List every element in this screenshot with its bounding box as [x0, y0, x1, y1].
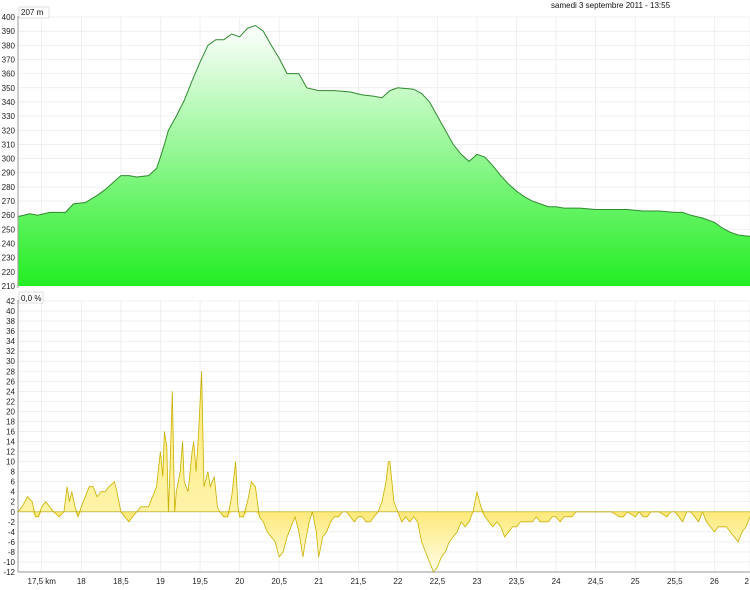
grade-y-tick-label: 2 [11, 498, 16, 507]
elevation-readout: 207 m [21, 8, 44, 17]
grade-y-tick-label: -10 [3, 558, 15, 567]
grade-y-tick-label: 28 [6, 367, 15, 376]
x-tick-label: 22,5 [430, 577, 446, 586]
grade-grid [18, 300, 750, 573]
grade-y-ticks: -12-10-8-6-4-202468101214161820222426283… [3, 297, 15, 577]
grade-y-tick-label: -12 [3, 568, 15, 577]
x-tick-label: 2 [745, 577, 750, 586]
elevation-y-tick-label: 290 [2, 169, 16, 178]
elevation-y-tick-label: 240 [2, 240, 16, 249]
distance-x-ticks: 17,5 km 18 18,5 19 19,5 20 20,5 21 21,5 22 22,5 23 2… [28, 577, 750, 586]
grade-y-tick-label: 18 [6, 417, 15, 426]
grade-y-tick-label: 12 [6, 448, 15, 457]
elevation-y-tick-label: 390 [2, 27, 16, 36]
x-tick-label: 23,5 [509, 577, 525, 586]
x-tick-label: 20,5 [271, 577, 287, 586]
elevation-y-tick-label: 300 [2, 155, 16, 164]
x-tick-label: 24,5 [588, 577, 604, 586]
grade-y-tick-label: -8 [8, 548, 16, 557]
grade-y-tick-label: 22 [6, 397, 15, 406]
elevation-panel: 210 220 230 240 250 260 270 280 290 300 310 320 330 3… [2, 6, 750, 291]
grade-panel: -12-10-8-6-4-202468101214161820222426283… [3, 291, 750, 586]
grade-y-tick-label: 40 [6, 307, 15, 316]
date-time-label: samedi 3 septembre 2011 - 13:55 [551, 1, 671, 10]
elevation-area [18, 25, 750, 286]
grade-y-tick-label: -2 [8, 518, 16, 527]
grade-y-tick-label: 30 [6, 357, 15, 366]
x-tick-label: 25,5 [667, 577, 683, 586]
elevation-y-tick-label: 320 [2, 126, 16, 135]
elevation-y-tick-label: 400 [2, 13, 16, 22]
elevation-y-tick-label: 370 [2, 55, 16, 64]
x-tick-label: 21,5 [350, 577, 366, 586]
x-tick-label: 18 [77, 577, 86, 586]
grade-y-tick-label: 10 [6, 458, 15, 467]
elevation-y-tick-label: 280 [2, 183, 16, 192]
grade-y-tick-label: 16 [6, 427, 15, 436]
grade-y-tick-label: 4 [11, 488, 16, 497]
x-tick-label: 20 [235, 577, 244, 586]
elevation-y-tick-label: 270 [2, 197, 16, 206]
x-tick-label: 26 [710, 577, 719, 586]
grade-y-tick-label: 6 [11, 478, 16, 487]
elevation-y-tick-label: 230 [2, 254, 16, 263]
elevation-profile-chart: 2102202302402502602702802903003103203303… [2, 1, 750, 586]
grade-y-tick-label: 14 [6, 438, 15, 447]
elevation-y-ticks: 210 220 230 240 250 260 270 280 290 300 310 320 330 3… [2, 13, 16, 291]
grade-y-tick-label: 38 [6, 317, 15, 326]
elevation-y-tick-label: 350 [2, 84, 16, 93]
elevation-y-tick-label: 220 [2, 268, 16, 277]
elevation-y-tick-label: 380 [2, 41, 16, 50]
elevation-y-tick-label: 340 [2, 98, 16, 107]
grade-y-tick-label: 0 [11, 508, 16, 517]
x-tick-label: 25 [631, 577, 640, 586]
grade-y-tick-label: 42 [6, 297, 15, 306]
x-tick-label: 19 [156, 577, 165, 586]
x-tick-label: 19,5 [192, 577, 208, 586]
x-tick-label: 23 [473, 577, 482, 586]
elevation-y-tick-label: 210 [2, 282, 16, 291]
grade-y-tick-label: 24 [6, 387, 15, 396]
x-tick-label: 22 [393, 577, 402, 586]
grade-readout: 0,0 % [21, 294, 41, 303]
elevation-y-tick-label: 260 [2, 211, 16, 220]
elevation-y-tick-label: 360 [2, 70, 16, 79]
grade-y-tick-label: -6 [8, 538, 16, 547]
elevation-y-tick-label: 330 [2, 112, 16, 121]
grade-y-tick-label: -4 [8, 528, 16, 537]
grade-y-tick-label: 32 [6, 347, 15, 356]
elevation-y-tick-label: 310 [2, 140, 16, 149]
grade-y-tick-label: 34 [6, 337, 15, 346]
x-tick-label: 18,5 [113, 577, 129, 586]
grade-y-tick-label: 36 [6, 327, 15, 336]
x-tick-label: 17,5 km [28, 577, 57, 586]
x-tick-label: 21 [314, 577, 323, 586]
elevation-y-tick-label: 250 [2, 225, 16, 234]
grade-y-tick-label: 26 [6, 377, 15, 386]
x-tick-label: 24 [552, 577, 561, 586]
grade-y-tick-label: 20 [6, 407, 15, 416]
grade-y-tick-label: 8 [11, 468, 16, 477]
